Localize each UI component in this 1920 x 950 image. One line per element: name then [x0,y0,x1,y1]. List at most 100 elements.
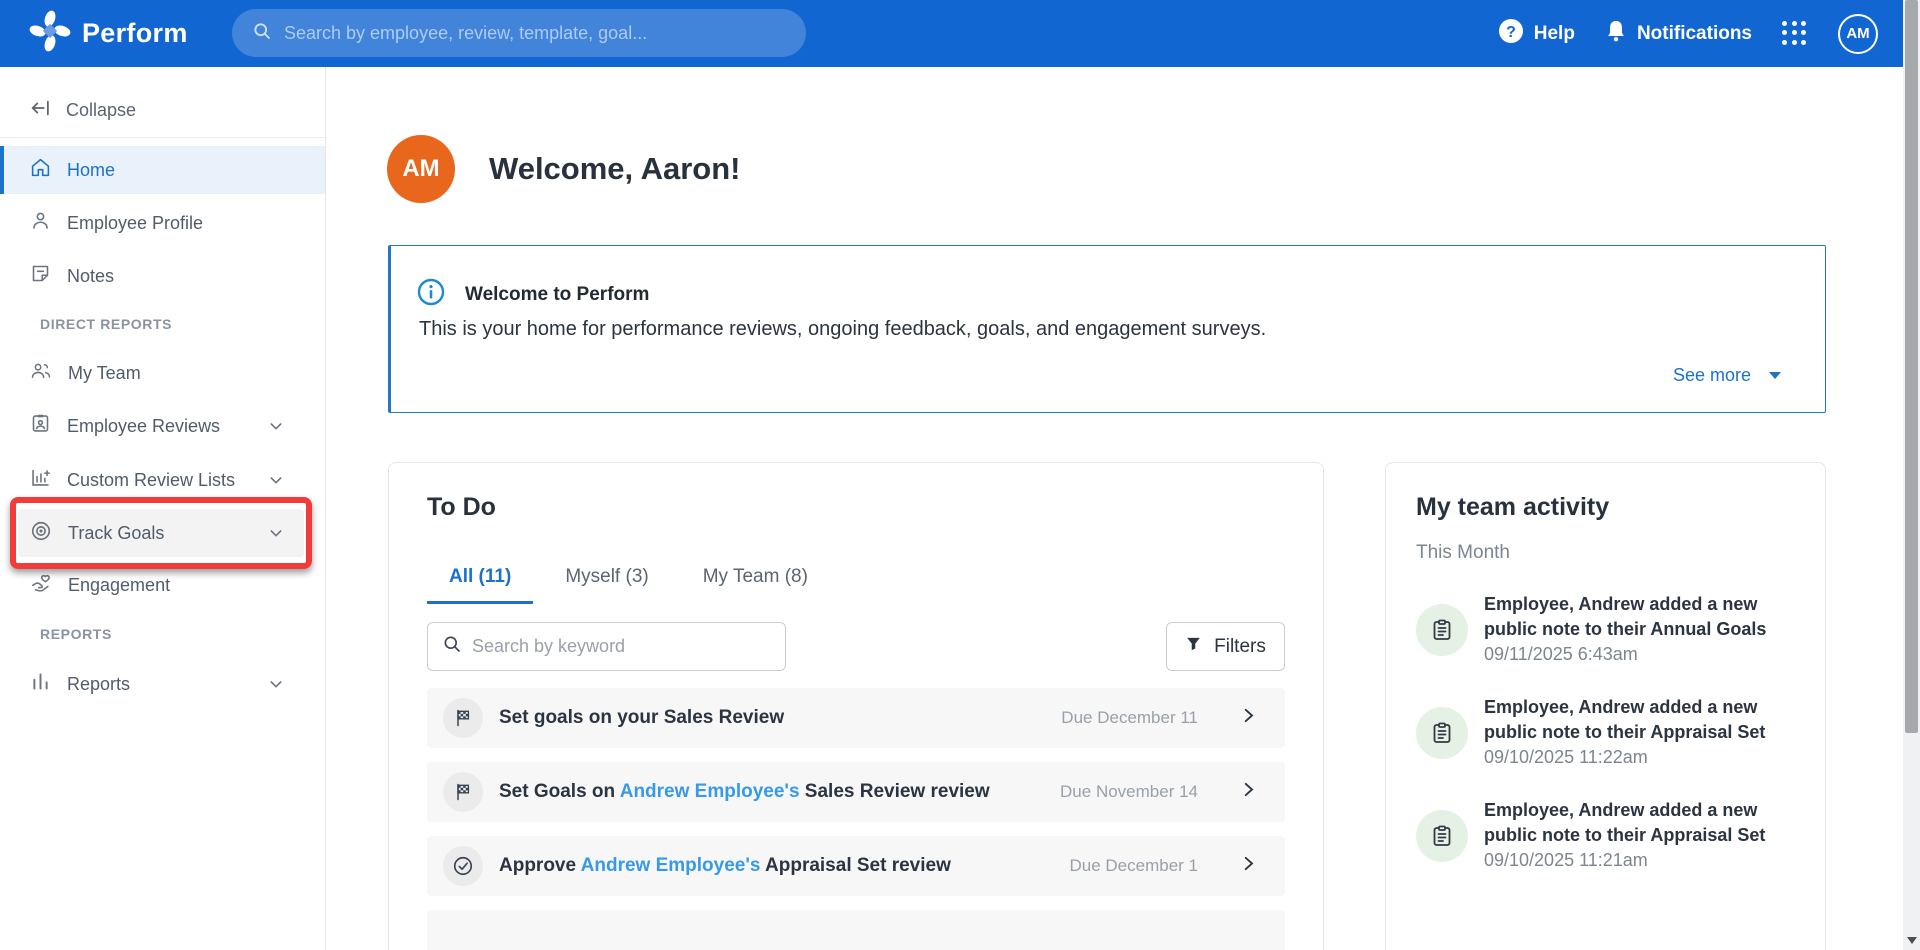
see-more-label: See more [1672,365,1751,385]
due-date: Due November 14 [1060,782,1198,801]
sidebar-item-label: Notes [67,265,115,286]
activity-text: Employee, Andrew added a new public note… [1484,592,1784,667]
clipboard-note-icon [1416,706,1468,759]
sidebar-item-employee-profile[interactable]: Employee Profile [0,199,325,247]
todo-row-partial[interactable] [427,910,1285,950]
app-window: Perform ? Help [0,0,1920,950]
keyword-search[interactable] [427,622,786,671]
activity-timestamp: 09/10/2025 11:21am [1484,850,1648,870]
sidebar-section-reports: REPORTS [40,626,112,642]
help-button[interactable]: ? Help [1498,18,1575,50]
notifications-button[interactable]: Notifications [1605,19,1752,49]
chevron-right-icon[interactable] [1240,781,1257,803]
banner-title: Welcome to Perform [465,283,650,305]
todo-item-text: Approve Andrew Employee's Appraisal Set … [499,855,951,876]
scroll-down-button[interactable] [1903,933,1920,948]
tab-my-team[interactable]: My Team (8) [681,556,830,604]
scrollbar-thumb[interactable] [1905,0,1918,733]
global-search-input[interactable] [284,22,786,44]
todo-row[interactable]: Approve Andrew Employee's Appraisal Set … [427,836,1285,896]
brand-name: Perform [82,18,188,48]
brand-logo[interactable]: Perform [28,9,188,58]
search-icon [252,21,272,46]
tab-myself[interactable]: Myself (3) [543,556,670,604]
collapse-sidebar-button[interactable]: Collapse [30,97,136,124]
sidebar-item-employee-reviews[interactable]: Employee Reviews [0,402,325,450]
activity-item[interactable]: Employee, Andrew added a new public note… [1416,798,1795,873]
chevron-down-icon [268,525,284,541]
app-grid-icon[interactable] [1782,20,1808,47]
chevron-right-icon[interactable] [1240,707,1257,729]
sidebar-section-direct-reports: DIRECT REPORTS [40,316,173,332]
todo-row[interactable]: Set Goals on Andrew Employee's Sales Rev… [427,762,1285,822]
person-icon [30,210,51,236]
svg-text:?: ? [1506,24,1516,41]
note-icon [30,263,51,289]
main-content: AM Welcome, Aaron! Welcome to Perform Th… [327,67,1903,950]
sidebar-item-label: Reports [67,673,131,694]
sidebar-item-notes[interactable]: Notes [0,252,325,300]
help-label: Help [1533,22,1575,44]
sidebar: Collapse Home Employee Profile Notes DIR… [0,67,326,950]
filters-label: Filters [1214,635,1266,657]
team-activity-card: My team activity This Month Employee, An… [1385,462,1826,950]
search-icon [442,634,462,659]
sidebar-item-label: Home [67,159,116,180]
info-icon [417,278,445,311]
collapse-label: Collapse [66,100,137,120]
activity-title: My team activity [1416,493,1610,521]
welcome-banner: Welcome to Perform This is your home for… [388,245,1826,413]
badge-icon [30,413,51,439]
activity-item[interactable]: Employee, Andrew added a new public note… [1416,592,1795,667]
chevron-down-icon [268,676,284,692]
sidebar-item-reports[interactable]: Reports [0,660,325,708]
clipboard-note-icon [1416,603,1468,656]
activity-period: This Month [1416,542,1510,563]
page-scrollbar[interactable] [1903,0,1920,950]
todo-card: To Do All (11) Myself (3) My Team (8) Se… [388,462,1324,950]
approve-check-icon [443,846,483,886]
employee-link[interactable]: Andrew Employee's [581,855,761,876]
page-title: Welcome, Aaron! [489,151,741,186]
sidebar-item-label: Custom Review Lists [67,469,236,490]
activity-text: Employee, Andrew added a new public note… [1484,798,1784,873]
sidebar-item-label: Track Goals [68,522,165,543]
flag-icon [443,772,483,812]
chevron-down-icon [268,418,284,434]
global-search[interactable] [232,9,806,57]
due-date: Due December 11 [1061,708,1198,727]
banner-body: This is your home for performance review… [419,318,1267,340]
activity-timestamp: 09/10/2025 11:22am [1484,747,1648,767]
chevron-down-icon [268,472,284,488]
sidebar-item-track-goals[interactable]: Track Goals [18,509,304,557]
sidebar-item-custom-review-lists[interactable]: Custom Review Lists [0,456,325,504]
activity-item[interactable]: Employee, Andrew added a new public note… [1416,695,1795,770]
filters-button[interactable]: Filters [1166,622,1285,671]
user-avatar[interactable]: AM [1838,13,1878,54]
bar-chart-icon [30,671,51,697]
keyword-search-input[interactable] [472,636,771,657]
sidebar-divider [0,137,325,138]
sidebar-item-home[interactable]: Home [0,146,325,194]
employee-link[interactable]: Andrew Employee's [620,781,800,802]
todo-list: Set goals on your Sales Review Due Decem… [427,688,1285,950]
collapse-arrow-icon [30,97,52,124]
sidebar-item-label: Employee Profile [67,212,204,233]
welcome-row: AM Welcome, Aaron! [387,135,741,203]
filter-funnel-icon [1185,635,1202,658]
bell-icon [1605,19,1627,49]
help-icon: ? [1498,18,1524,50]
team-icon [30,360,52,386]
notifications-label: Notifications [1636,22,1752,44]
tab-all[interactable]: All (11) [427,556,534,604]
todo-tabs: All (11) Myself (3) My Team (8) [427,556,1285,604]
sidebar-item-engagement[interactable]: Engagement [0,561,325,609]
chevron-right-icon[interactable] [1240,855,1257,877]
see-more-button[interactable]: See more [1673,365,1781,386]
todo-item-text: Set Goals on Andrew Employee's Sales Rev… [499,781,990,802]
todo-row[interactable]: Set goals on your Sales Review Due Decem… [427,688,1285,748]
home-icon [30,157,51,183]
sidebar-item-my-team[interactable]: My Team [0,349,325,397]
perform-flower-icon [28,9,72,58]
clipboard-note-icon [1416,809,1468,862]
